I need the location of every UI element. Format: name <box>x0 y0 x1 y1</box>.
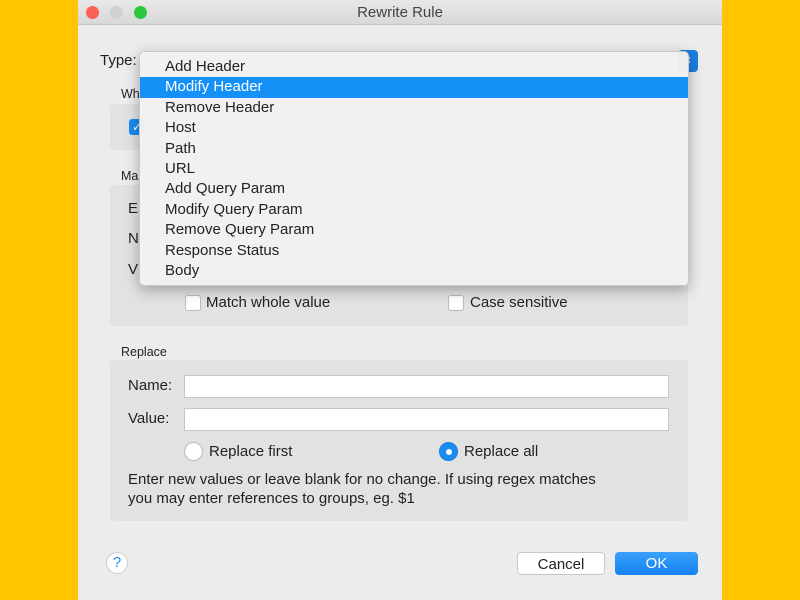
help-text-line-2: you may enter references to groups, eg. … <box>128 490 415 507</box>
help-button[interactable]: ? <box>106 552 128 574</box>
menu-item-path[interactable]: Path <box>140 139 688 159</box>
type-label: Type: <box>100 52 137 69</box>
menu-item-modify-header[interactable]: Modify Header <box>140 77 688 98</box>
replace-section-label: Replace <box>121 345 167 359</box>
menu-item-add-header[interactable]: Add Header <box>140 57 688 77</box>
replace-first-radio[interactable] <box>184 442 203 461</box>
window-title: Rewrite Rule <box>357 4 443 21</box>
replace-all-label: Replace all <box>464 443 539 460</box>
menu-item-remove-header[interactable]: Remove Header <box>140 98 688 118</box>
help-text-line-1: Enter new values or leave blank for no c… <box>128 471 596 488</box>
match-section-label: Ma <box>121 169 139 183</box>
menu-item-modify-query-param[interactable]: Modify Query Param <box>140 200 688 220</box>
menu-item-add-query-param[interactable]: Add Query Param <box>140 179 688 199</box>
match-row-label: E <box>128 200 139 217</box>
menu-item-response-status[interactable]: Response Status <box>140 241 688 261</box>
match-whole-value-label: Match whole value <box>206 294 331 311</box>
value-input[interactable] <box>184 408 669 431</box>
cancel-button[interactable]: Cancel <box>517 552 605 575</box>
case-sensitive-label: Case sensitive <box>470 294 568 311</box>
where-section-label: Wh <box>121 87 140 101</box>
menu-item-url[interactable]: URL <box>140 159 688 179</box>
menu-item-remove-query-param[interactable]: Remove Query Param <box>140 220 688 240</box>
replace-all-radio[interactable] <box>439 442 458 461</box>
match-whole-value-checkbox[interactable] <box>185 295 201 311</box>
menu-item-host[interactable]: Host <box>140 118 688 138</box>
type-dropdown-menu: Add Header Modify Header Remove Header H… <box>139 51 689 286</box>
menu-item-body[interactable]: Body <box>140 261 688 281</box>
name-label: Name: <box>128 377 173 394</box>
value-label: Value: <box>128 410 170 427</box>
replace-first-label: Replace first <box>209 443 293 460</box>
match-row-label: V <box>128 261 139 278</box>
ok-button[interactable]: OK <box>615 552 698 575</box>
title-bar: Rewrite Rule <box>78 0 722 25</box>
case-sensitive-checkbox[interactable] <box>448 295 464 311</box>
name-input[interactable] <box>184 375 669 398</box>
match-row-label: N <box>128 230 139 247</box>
